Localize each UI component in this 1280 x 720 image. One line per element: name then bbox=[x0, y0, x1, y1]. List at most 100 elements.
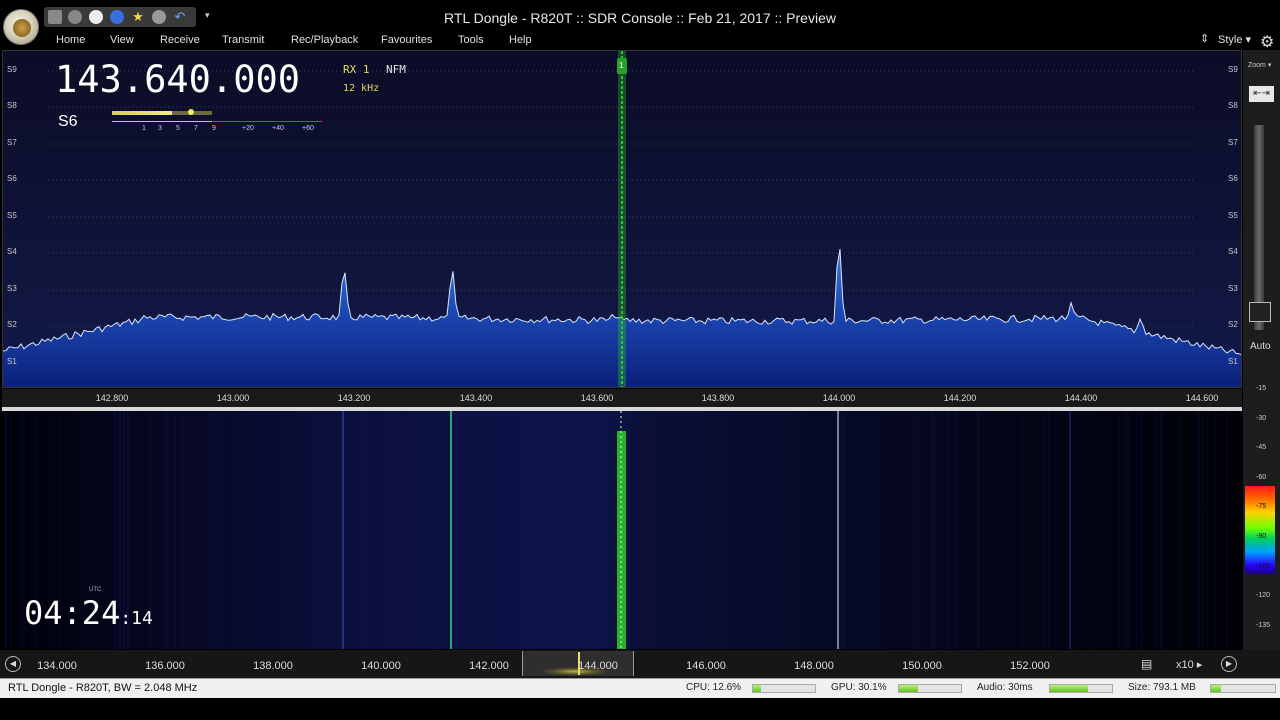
overview-tick: 146.000 bbox=[686, 660, 726, 672]
frequency-tick: 144.600 bbox=[1185, 393, 1219, 403]
s-unit-label: S5 bbox=[7, 211, 17, 220]
s-meter-over-scale-line bbox=[212, 121, 322, 122]
waterfall-display[interactable] bbox=[2, 411, 1242, 649]
size-bar-fill bbox=[1211, 685, 1221, 692]
app-menu-orb[interactable] bbox=[3, 9, 39, 45]
gear-icon[interactable]: ⚙ bbox=[1260, 32, 1274, 52]
frequency-tick: 144.000 bbox=[822, 393, 856, 403]
s-unit-label: S3 bbox=[7, 284, 17, 293]
tab-home[interactable]: Home bbox=[56, 34, 85, 46]
overview-tick: 140.000 bbox=[361, 660, 401, 672]
s-unit-label: S6 bbox=[7, 174, 17, 183]
size-status: Size: 793.1 MB bbox=[1128, 682, 1196, 693]
gpu-bar-fill bbox=[899, 685, 918, 692]
s-unit-label: S9 bbox=[1228, 65, 1238, 74]
zoom-fit-icon[interactable]: ⇤⇥ bbox=[1249, 86, 1274, 102]
s-unit-label: S2 bbox=[7, 320, 17, 329]
zoom-slider-track[interactable] bbox=[1254, 125, 1264, 330]
tab-help[interactable]: Help bbox=[509, 34, 532, 46]
frequency-display[interactable]: 143.640.000 bbox=[55, 58, 300, 101]
frequency-axis[interactable]: 142.800 143.000 143.200 143.400 143.600 143.8… bbox=[2, 389, 1242, 407]
s-meter-tick: +40 bbox=[272, 125, 284, 132]
tab-receive[interactable]: Receive bbox=[160, 34, 200, 46]
tab-view[interactable]: View bbox=[110, 34, 134, 46]
tab-transmit[interactable]: Transmit bbox=[222, 34, 264, 46]
s-meter-tick: 7 bbox=[194, 125, 198, 132]
gpu-bar bbox=[898, 684, 962, 693]
s-unit-label: S3 bbox=[1228, 284, 1238, 293]
cpu-bar bbox=[752, 684, 816, 693]
gpu-status: GPU: 30.1% bbox=[831, 682, 887, 693]
tab-rec-playback[interactable]: Rec/Playback bbox=[291, 34, 358, 46]
s-unit-label: S6 bbox=[1228, 174, 1238, 183]
db-scale-label: -90 bbox=[1256, 533, 1267, 540]
frequency-tick: 143.800 bbox=[701, 393, 735, 403]
band-overview[interactable] bbox=[0, 650, 1280, 678]
zoom-label[interactable]: Zoom ▾ bbox=[1248, 61, 1271, 69]
audio-bar bbox=[1049, 684, 1113, 693]
clock-seconds: :14 bbox=[120, 608, 153, 629]
device-status: RTL Dongle - R820T, BW = 2.048 MHz bbox=[8, 682, 198, 694]
overview-left-button[interactable]: ◀ bbox=[5, 656, 21, 672]
waterfall-color-scale[interactable] bbox=[1245, 486, 1275, 574]
zoom-label-text: Zoom bbox=[1248, 62, 1266, 69]
tab-favourites[interactable]: Favourites bbox=[381, 34, 432, 46]
ribbon-updown-icon[interactable]: ⇕ bbox=[1200, 32, 1209, 45]
frequency-tick: 143.200 bbox=[337, 393, 371, 403]
frequency-tick: 142.800 bbox=[95, 393, 129, 403]
style-menu[interactable]: Style ▾ bbox=[1218, 33, 1251, 46]
spectrum-plot bbox=[3, 51, 1241, 387]
s-unit-label: S8 bbox=[1228, 101, 1238, 110]
frequency-tick: 143.000 bbox=[216, 393, 250, 403]
bandwidth-label[interactable]: 12 kHz bbox=[343, 83, 379, 94]
s-meter-fill bbox=[112, 111, 173, 115]
overview-settings-icon[interactable]: ▤ bbox=[1141, 657, 1152, 671]
overview-tick: 144.000 bbox=[578, 660, 618, 672]
audio-status: Audio: 30ms bbox=[977, 682, 1033, 693]
title-bar: ★ ↶ ▾ RTL Dongle - R820T :: SDR Console … bbox=[0, 0, 1280, 34]
frequency-tick: 143.600 bbox=[580, 393, 614, 403]
overview-tick: 136.000 bbox=[145, 660, 185, 672]
s-meter: 1 3 5 7 9 +20 +40 +60 bbox=[112, 109, 327, 139]
s-unit-label: S7 bbox=[7, 138, 17, 147]
tab-tools[interactable]: Tools bbox=[458, 34, 484, 46]
audio-bar-fill bbox=[1050, 685, 1089, 692]
frequency-tick: 143.400 bbox=[459, 393, 493, 403]
s-meter-tick: 5 bbox=[176, 125, 180, 132]
bottom-strip bbox=[0, 698, 1280, 720]
ribbon-tabs: Home View Receive Transmit Rec/Playback … bbox=[0, 34, 1280, 50]
utc-label: UTC bbox=[89, 587, 102, 593]
s-meter-tick: +60 bbox=[302, 125, 314, 132]
utc-clock: 04:24:14 bbox=[24, 594, 153, 632]
overview-right-button[interactable]: ▶ bbox=[1221, 656, 1237, 672]
zoom-slider-thumb[interactable] bbox=[1249, 302, 1271, 322]
auto-button[interactable]: Auto bbox=[1250, 341, 1271, 352]
style-label: Style bbox=[1218, 34, 1243, 46]
db-scale-label: -45 bbox=[1256, 444, 1267, 451]
db-scale-label: -135 bbox=[1256, 622, 1271, 629]
s-unit-label: S2 bbox=[1228, 320, 1238, 329]
frequency-tick: 144.200 bbox=[943, 393, 977, 403]
s-meter-tick: 1 bbox=[142, 125, 146, 132]
cpu-bar-fill bbox=[753, 685, 761, 692]
db-scale-label: -120 bbox=[1256, 592, 1271, 599]
overview-tick: 148.000 bbox=[794, 660, 834, 672]
s-meter-tick: 3 bbox=[158, 125, 162, 132]
overview-tick: 134.000 bbox=[37, 660, 77, 672]
overview-tick: 138.000 bbox=[253, 660, 293, 672]
db-scale-label: -60 bbox=[1256, 474, 1267, 481]
s-meter-tick: 9 bbox=[212, 125, 216, 132]
s-meter-scale-line bbox=[112, 121, 212, 122]
mode-label[interactable]: NFM bbox=[386, 63, 406, 76]
s-unit-label: S1 bbox=[7, 357, 17, 366]
clock-hours-minutes: 04:24 bbox=[24, 594, 121, 632]
frequency-tick: 144.400 bbox=[1064, 393, 1098, 403]
overview-zoom-factor[interactable]: x10 ▸ bbox=[1176, 658, 1202, 671]
s-unit-label: S9 bbox=[7, 65, 17, 74]
s-unit-label: S7 bbox=[1228, 138, 1238, 147]
db-scale-label: -15 bbox=[1256, 385, 1267, 392]
rx-label: RX 1 bbox=[343, 63, 370, 76]
db-scale-label: -75 bbox=[1256, 503, 1267, 510]
cpu-status: CPU: 12.6% bbox=[686, 682, 742, 693]
overview-tick: 150.000 bbox=[902, 660, 942, 672]
